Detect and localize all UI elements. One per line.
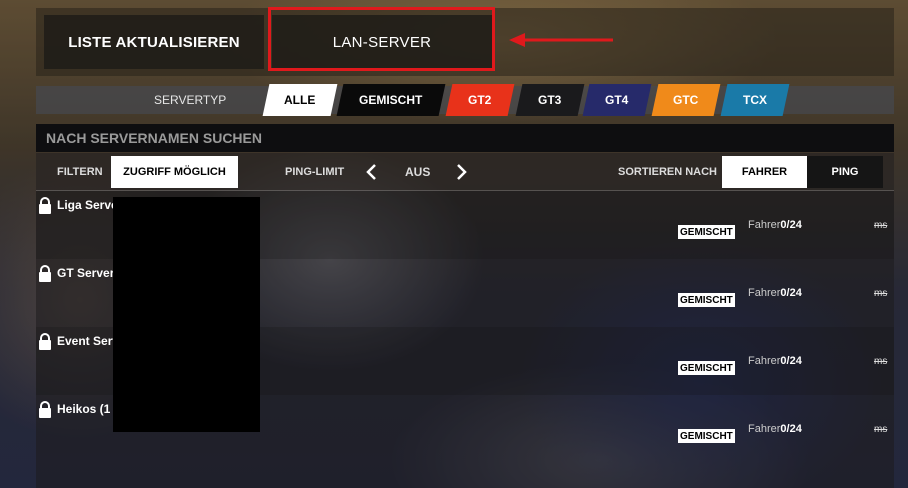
ping-value: ms — [874, 220, 888, 231]
arrow-left-icon — [509, 33, 613, 47]
server-type-tab-gt4[interactable]: GT4 — [582, 84, 652, 116]
chevron-left-icon[interactable] — [363, 163, 381, 181]
ping-value: ms — [874, 356, 888, 367]
filter-label: FILTERN — [57, 166, 103, 178]
chevron-right-icon[interactable] — [452, 163, 470, 181]
driver-count: Fahrer0/24 — [748, 423, 802, 435]
server-type-tab-alle[interactable]: ALLE — [262, 84, 338, 116]
sort-ping-button[interactable]: PING — [807, 156, 883, 188]
server-type-tab-tcx[interactable]: TCX — [720, 84, 790, 116]
server-type-badge: GEMISCHT — [678, 429, 735, 443]
ping-limit-label: PING-LIMIT — [285, 166, 345, 178]
driver-count-label: Fahrer — [748, 287, 781, 299]
driver-count-label: Fahrer — [748, 219, 781, 231]
redaction-box — [113, 197, 260, 432]
filter-bar: FILTERN ZUGRIFF MÖGLICH PING-LIMIT AUS S… — [36, 153, 894, 191]
lock-icon — [39, 401, 51, 418]
server-type-tab-label: GTC — [673, 93, 699, 107]
refresh-list-button[interactable]: LISTE AKTUALISIEREN — [44, 15, 264, 69]
server-type-tab-label: GT4 — [605, 93, 629, 107]
server-search-input[interactable]: NACH SERVERNAMEN SUCHEN — [36, 124, 894, 152]
server-type-tab-label: ALLE — [284, 93, 316, 107]
driver-count-value: 0/24 — [780, 355, 802, 367]
driver-count-value: 0/24 — [780, 423, 802, 435]
server-name: Liga Serve — [57, 198, 118, 212]
ping-value: ms — [874, 424, 888, 435]
server-type-tab-gt3[interactable]: GT3 — [515, 84, 585, 116]
server-type-tab-label: GT3 — [538, 93, 562, 107]
server-name: GT Server — [57, 266, 115, 280]
driver-count-label: Fahrer — [748, 355, 781, 367]
driver-count-value: 0/24 — [780, 287, 802, 299]
lock-icon — [39, 333, 51, 350]
driver-count: Fahrer0/24 — [748, 355, 802, 367]
server-type-badge: GEMISCHT — [678, 225, 735, 239]
server-type-tab-label: TCX — [743, 93, 767, 107]
ping-limit-value: AUS — [405, 165, 431, 179]
server-name: Event Serv — [57, 334, 120, 348]
lan-server-highlight-box — [268, 7, 495, 71]
ping-value: ms — [874, 288, 888, 299]
access-possible-toggle[interactable]: ZUGRIFF MÖGLICH — [111, 156, 238, 188]
server-type-badge: GEMISCHT — [678, 293, 735, 307]
driver-count-value: 0/24 — [780, 219, 802, 231]
server-type-tab-gemischt[interactable]: GEMISCHT — [336, 84, 446, 116]
server-type-tab-gtc[interactable]: GTC — [651, 84, 721, 116]
driver-count: Fahrer0/24 — [748, 219, 802, 231]
server-type-tab-label: GEMISCHT — [359, 93, 423, 107]
server-name: Heikos (1 — [57, 402, 111, 416]
sort-by-label: SORTIEREN NACH — [618, 166, 718, 178]
driver-count: Fahrer0/24 — [748, 287, 802, 299]
lock-icon — [39, 265, 51, 282]
driver-count-label: Fahrer — [748, 423, 781, 435]
server-type-badge: GEMISCHT — [678, 361, 735, 375]
server-type-tab-label: GT2 — [468, 93, 492, 107]
lock-icon — [39, 197, 51, 214]
sort-driver-button[interactable]: FAHRER — [722, 156, 807, 188]
server-type-label: SERVERTYP — [154, 93, 227, 107]
server-type-tab-gt2[interactable]: GT2 — [445, 84, 515, 116]
